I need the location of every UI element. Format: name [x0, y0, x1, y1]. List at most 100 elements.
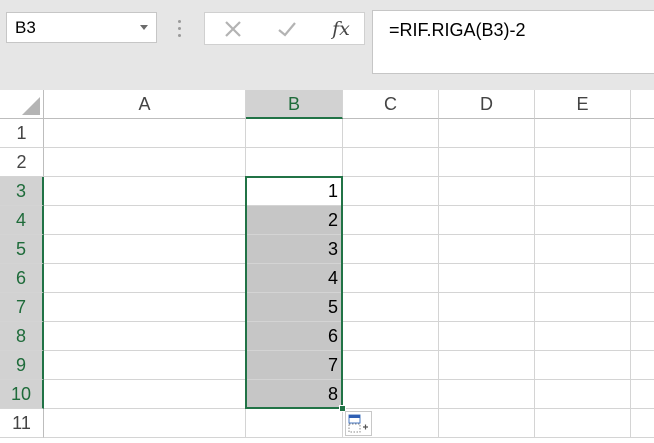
row-header-2[interactable]: 2	[0, 148, 44, 177]
grid-cell[interactable]	[44, 264, 246, 293]
cell-b5[interactable]: 3	[246, 235, 343, 264]
row-header-3[interactable]: 3	[0, 177, 44, 206]
column-header-d[interactable]: D	[439, 90, 535, 119]
grid-cell[interactable]	[631, 322, 654, 351]
grid-cell[interactable]	[343, 322, 439, 351]
name-box[interactable]: B3	[6, 12, 157, 43]
grid-cell[interactable]	[535, 264, 631, 293]
formula-bar-area: B3 fx =RIF.RIGA(B3)-2	[0, 0, 654, 90]
column-header-c[interactable]: C	[343, 90, 439, 119]
grid-cell[interactable]	[439, 409, 535, 438]
grid-cell[interactable]	[44, 177, 246, 206]
grid-cell[interactable]	[44, 409, 246, 438]
grid-cell[interactable]	[535, 380, 631, 409]
grid-cell[interactable]	[343, 235, 439, 264]
grid-cell[interactable]	[439, 264, 535, 293]
name-box-value: B3	[15, 18, 36, 37]
select-all-corner[interactable]	[0, 90, 44, 119]
enter-button[interactable]	[267, 13, 307, 44]
grid-cell[interactable]	[44, 206, 246, 235]
grid-cell[interactable]	[439, 322, 535, 351]
grid-cell[interactable]	[439, 206, 535, 235]
column-header-f[interactable]	[631, 90, 654, 119]
grid-cell[interactable]	[343, 351, 439, 380]
grid-cell[interactable]	[44, 148, 246, 177]
grid-cell[interactable]	[44, 322, 246, 351]
grid-cell[interactable]	[246, 148, 343, 177]
grid-cell[interactable]	[439, 293, 535, 322]
grid-cell[interactable]	[439, 148, 535, 177]
grid-cell[interactable]	[439, 119, 535, 148]
formula-text: =RIF.RIGA(B3)-2	[389, 20, 526, 40]
grid-cell[interactable]	[44, 119, 246, 148]
row-header-10[interactable]: 10	[0, 380, 44, 409]
autofill-options-button[interactable]	[345, 411, 372, 436]
cancel-button[interactable]	[213, 13, 253, 44]
cell-b9[interactable]: 7	[246, 351, 343, 380]
paste-options-icon	[348, 414, 368, 433]
grid-cell[interactable]	[535, 206, 631, 235]
cell-b3[interactable]: 1	[246, 177, 343, 206]
grid-cell[interactable]	[631, 119, 654, 148]
grid-cell[interactable]	[535, 322, 631, 351]
x-icon	[225, 20, 241, 37]
grid-cell[interactable]	[343, 119, 439, 148]
grid-cell[interactable]	[631, 148, 654, 177]
row-header-6[interactable]: 6	[0, 264, 44, 293]
grid-cell[interactable]	[535, 148, 631, 177]
grid-cell[interactable]	[44, 380, 246, 409]
formula-input[interactable]: =RIF.RIGA(B3)-2	[372, 10, 654, 74]
row-header-5[interactable]: 5	[0, 235, 44, 264]
formula-buttons: fx	[204, 12, 365, 45]
grid-cell[interactable]	[631, 293, 654, 322]
row-header-11[interactable]: 11	[0, 409, 44, 438]
grid-cell[interactable]	[439, 351, 535, 380]
insert-function-button[interactable]: fx	[321, 13, 361, 44]
grid-cell[interactable]	[631, 206, 654, 235]
grid-cell[interactable]	[631, 409, 654, 438]
row-header-8[interactable]: 8	[0, 322, 44, 351]
fx-label: fx	[332, 17, 350, 40]
column-header-a[interactable]: A	[44, 90, 246, 119]
grid-cell[interactable]	[535, 293, 631, 322]
grid-cell[interactable]	[343, 148, 439, 177]
row-header-7[interactable]: 7	[0, 293, 44, 322]
grip-dots-icon[interactable]	[178, 20, 181, 37]
checkmark-icon	[278, 21, 296, 37]
grid-cell[interactable]	[631, 351, 654, 380]
grid-cell[interactable]	[44, 293, 246, 322]
grid-cell[interactable]	[343, 264, 439, 293]
grid-cell[interactable]	[343, 206, 439, 235]
cell-b10[interactable]: 8	[246, 380, 343, 409]
grid-cell[interactable]	[246, 409, 343, 438]
grid-cell[interactable]	[246, 119, 343, 148]
grid-cell[interactable]	[535, 409, 631, 438]
row-header-1[interactable]: 1	[0, 119, 44, 148]
grid-cell[interactable]	[44, 235, 246, 264]
grid-cell[interactable]	[631, 380, 654, 409]
cell-b8[interactable]: 6	[246, 322, 343, 351]
grid-cell[interactable]	[439, 380, 535, 409]
grid-cell[interactable]	[44, 351, 246, 380]
row-header-4[interactable]: 4	[0, 206, 44, 235]
grid-cell[interactable]	[439, 235, 535, 264]
cell-b7[interactable]: 5	[246, 293, 343, 322]
grid-cell[interactable]	[343, 177, 439, 206]
grid-cell[interactable]	[631, 235, 654, 264]
select-all-icon	[22, 97, 40, 115]
column-header-e[interactable]: E	[535, 90, 631, 119]
row-header-9[interactable]: 9	[0, 351, 44, 380]
grid-cell[interactable]	[631, 264, 654, 293]
cell-b6[interactable]: 4	[246, 264, 343, 293]
grid-cell[interactable]	[535, 177, 631, 206]
cell-b4[interactable]: 2	[246, 206, 343, 235]
grid-cell[interactable]	[535, 351, 631, 380]
grid-cell[interactable]	[535, 119, 631, 148]
grid-cell[interactable]	[439, 177, 535, 206]
grid-cell[interactable]	[343, 380, 439, 409]
grid-cell[interactable]	[535, 235, 631, 264]
grid-cell[interactable]	[631, 177, 654, 206]
column-header-b[interactable]: B	[246, 90, 343, 119]
chevron-down-icon[interactable]	[140, 25, 148, 30]
grid-cell[interactable]	[343, 293, 439, 322]
